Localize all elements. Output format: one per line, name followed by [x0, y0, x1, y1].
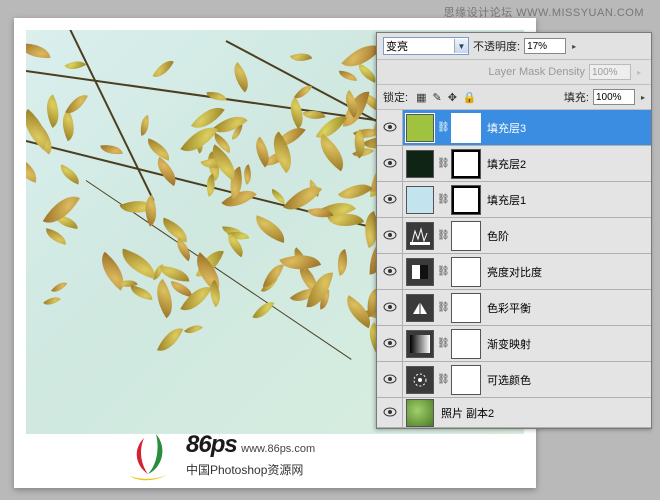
- logo-brand: 86ps www.86ps.com: [186, 431, 315, 459]
- eye-icon: [383, 404, 397, 422]
- layer-thumbnail[interactable]: [406, 114, 434, 142]
- eye-icon: [383, 155, 397, 173]
- layer-name-label: 填充层3: [483, 120, 526, 136]
- layer-name-label: 渐变映射: [483, 336, 531, 352]
- mask-density-flyout-icon: ▸: [637, 68, 641, 77]
- layers-list: ⛓ 填充层3 ⛓ 填充层2 ⛓ 填充层1: [377, 110, 651, 428]
- mask-density-label: Layer Mask Density: [488, 66, 585, 78]
- layer-row[interactable]: ⛓ 填充层3: [377, 110, 651, 146]
- adjustment-thumbnail[interactable]: [406, 294, 434, 322]
- opacity-flyout-icon[interactable]: ▸: [572, 42, 576, 51]
- lock-transparency-icon[interactable]: ▦: [416, 91, 426, 104]
- layer-thumbnail[interactable]: [406, 399, 434, 427]
- eye-icon: [383, 335, 397, 353]
- layer-row[interactable]: ⛓ 色阶: [377, 218, 651, 254]
- eye-icon: [383, 191, 397, 209]
- fill-input[interactable]: 100%: [593, 89, 635, 105]
- layer-mask-thumbnail[interactable]: [452, 294, 480, 322]
- blend-mode-select[interactable]: 变亮▼: [383, 37, 469, 55]
- layer-name-label: 色彩平衡: [483, 300, 531, 316]
- visibility-toggle[interactable]: [377, 362, 403, 397]
- link-icon: ⛓: [437, 194, 449, 205]
- adjustment-thumbnail[interactable]: [406, 330, 434, 358]
- logo-area: 86ps www.86ps.com 中国Photoshop资源网: [118, 426, 315, 482]
- chevron-down-icon: ▼: [454, 39, 468, 53]
- link-icon: ⛓: [437, 230, 449, 241]
- layer-row[interactable]: ⛓ 填充层2: [377, 146, 651, 182]
- logo-url: www.86ps.com: [241, 443, 315, 455]
- eye-icon: [383, 263, 397, 281]
- layer-row[interactable]: ⛓ 渐变映射: [377, 326, 651, 362]
- blend-opacity-row: 变亮▼ 不透明度: 17% ▸: [377, 33, 651, 60]
- visibility-toggle[interactable]: [377, 182, 403, 217]
- adjustment-thumbnail[interactable]: [406, 366, 434, 394]
- layer-row[interactable]: ⛓ 色彩平衡: [377, 290, 651, 326]
- logo-icon: [118, 426, 178, 482]
- visibility-toggle[interactable]: [377, 254, 403, 289]
- mask-density-row: Layer Mask Density 100% ▸: [377, 60, 651, 85]
- fill-label: 填充:: [564, 89, 589, 105]
- layer-name-label: 照片 副本2: [437, 405, 494, 421]
- eye-icon: [383, 119, 397, 137]
- layer-row[interactable]: 照片 副本2: [377, 398, 651, 428]
- lock-fill-row: 锁定: ▦ ✎ ✥ 🔒 填充: 100% ▸: [377, 85, 651, 110]
- layer-mask-thumbnail[interactable]: [452, 330, 480, 358]
- visibility-toggle[interactable]: [377, 146, 403, 181]
- layer-name-label: 亮度对比度: [483, 264, 542, 280]
- layer-name-label: 填充层2: [483, 156, 526, 172]
- lock-position-icon[interactable]: ✥: [448, 91, 457, 104]
- layer-mask-thumbnail[interactable]: [452, 114, 480, 142]
- mask-density-input: 100%: [589, 64, 631, 80]
- lock-icons[interactable]: ▦ ✎ ✥ 🔒: [416, 91, 477, 104]
- link-icon: ⛓: [437, 266, 449, 277]
- opacity-label: 不透明度:: [473, 38, 520, 54]
- layer-mask-thumbnail[interactable]: [452, 150, 480, 178]
- visibility-toggle[interactable]: [377, 326, 403, 361]
- link-icon: ⛓: [437, 374, 449, 385]
- link-icon: ⛓: [437, 158, 449, 169]
- lock-paint-icon[interactable]: ✎: [432, 91, 441, 104]
- visibility-toggle[interactable]: [377, 290, 403, 325]
- adjustment-thumbnail[interactable]: [406, 222, 434, 250]
- link-icon: ⛓: [437, 338, 449, 349]
- fill-flyout-icon[interactable]: ▸: [641, 93, 645, 102]
- eye-icon: [383, 227, 397, 245]
- layer-mask-thumbnail[interactable]: [452, 366, 480, 394]
- layer-name-label: 色阶: [483, 228, 509, 244]
- layer-thumbnail[interactable]: [406, 186, 434, 214]
- layer-mask-thumbnail[interactable]: [452, 186, 480, 214]
- adjustment-thumbnail[interactable]: [406, 258, 434, 286]
- layer-mask-thumbnail[interactable]: [452, 222, 480, 250]
- layer-name-label: 填充层1: [483, 192, 526, 208]
- layer-row[interactable]: ⛓ 可选颜色: [377, 362, 651, 398]
- logo-subtitle: 中国Photoshop资源网: [186, 461, 315, 478]
- link-icon: ⛓: [437, 302, 449, 313]
- link-icon: ⛓: [437, 122, 449, 133]
- layer-name-label: 可选颜色: [483, 372, 531, 388]
- lock-all-icon[interactable]: 🔒: [463, 91, 477, 104]
- lock-label: 锁定:: [383, 89, 408, 105]
- layers-panel: 变亮▼ 不透明度: 17% ▸ Layer Mask Density 100% …: [376, 32, 652, 429]
- eye-icon: [383, 299, 397, 317]
- layer-thumbnail[interactable]: [406, 150, 434, 178]
- layer-row[interactable]: ⛓ 亮度对比度: [377, 254, 651, 290]
- visibility-toggle[interactable]: [377, 398, 403, 427]
- visibility-toggle[interactable]: [377, 218, 403, 253]
- eye-icon: [383, 371, 397, 389]
- visibility-toggle[interactable]: [377, 110, 403, 145]
- layer-row[interactable]: ⛓ 填充层1: [377, 182, 651, 218]
- layer-mask-thumbnail[interactable]: [452, 258, 480, 286]
- opacity-input[interactable]: 17%: [524, 38, 566, 54]
